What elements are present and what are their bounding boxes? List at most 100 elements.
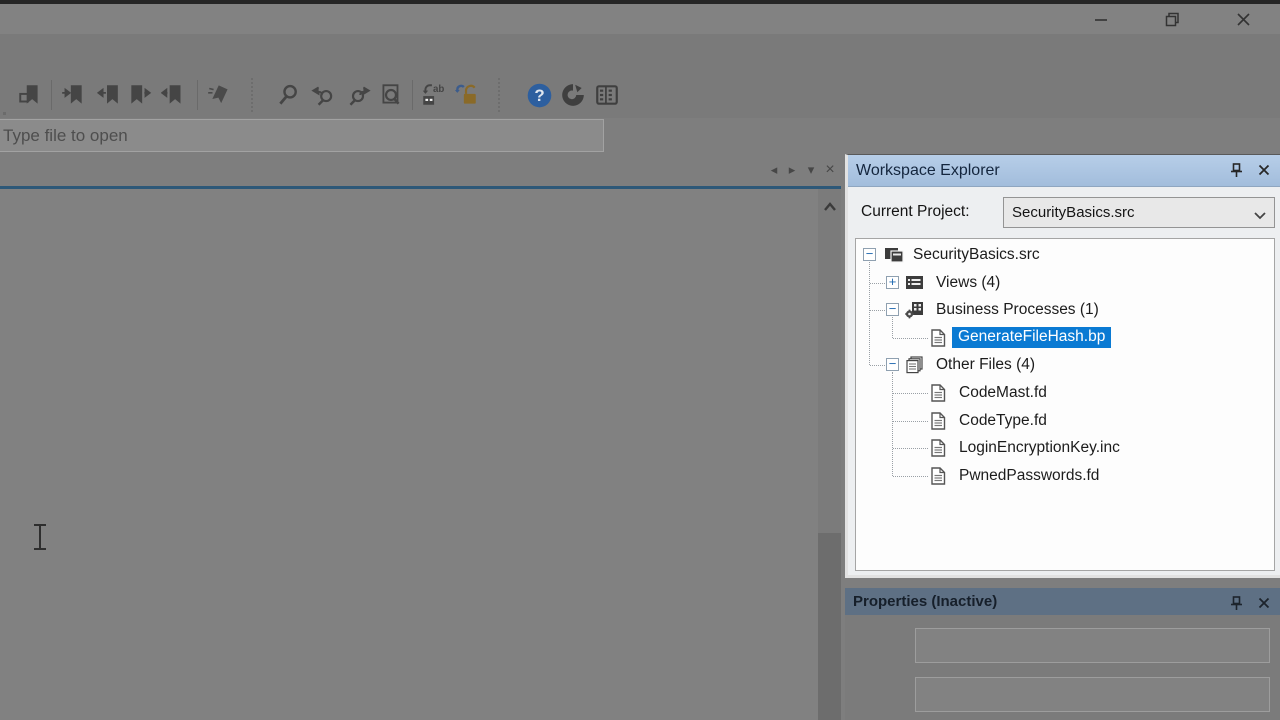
pin-button[interactable] <box>1226 160 1246 180</box>
find-button[interactable] <box>275 81 303 109</box>
project-icon <box>884 246 904 263</box>
tab-list-button[interactable]: ▾ <box>803 162 819 178</box>
toolbar-separator <box>197 80 198 110</box>
file-open-input[interactable]: Type file to open <box>0 119 604 152</box>
svg-text:ab: ab <box>433 84 444 95</box>
panel-close-button[interactable] <box>1254 593 1274 613</box>
properties-titlebar[interactable]: Properties (Inactive) <box>845 588 1280 615</box>
find-next-icon <box>345 82 371 108</box>
titlebar <box>0 4 1280 34</box>
tree-item-loginencryptionkey[interactable]: LoginEncryptionKey.inc <box>856 435 1274 461</box>
tree-item-label: CodeMast.fd <box>959 384 1047 402</box>
find-in-files-button[interactable] <box>377 81 405 109</box>
code-editor[interactable]: AVAILABLE) Begin available." <box>0 189 841 720</box>
tree-item-label: LoginEncryptionKey.inc <box>959 439 1120 457</box>
close-icon <box>1258 597 1270 609</box>
app-window: ab ? <box>0 0 1280 720</box>
tree-item-codetype[interactable]: CodeType.fd <box>856 408 1274 434</box>
previous-bookmark-button[interactable] <box>93 81 121 109</box>
restore-icon <box>1165 12 1180 27</box>
tree-item-label: SecurityBasics.src <box>913 246 1040 264</box>
property-field[interactable] <box>915 628 1270 663</box>
unlock-button[interactable] <box>452 81 480 109</box>
grid-button[interactable] <box>593 81 621 109</box>
tab-close-button[interactable]: × <box>822 162 838 178</box>
expander-minus-icon[interactable]: − <box>863 248 876 261</box>
scrollbar-thumb[interactable] <box>818 533 841 720</box>
text-cursor-ibeam <box>32 524 48 550</box>
restore-button[interactable] <box>1154 6 1190 32</box>
triangle-down-icon: ▾ <box>808 162 815 178</box>
expander-plus-icon[interactable]: + <box>886 276 899 289</box>
scroll-up-button[interactable] <box>820 198 839 214</box>
close-button[interactable] <box>1225 6 1261 32</box>
views-icon <box>905 274 925 291</box>
statistics-button[interactable] <box>559 81 587 109</box>
find-previous-button[interactable] <box>310 81 338 109</box>
next-bookmark-in-file-button[interactable] <box>126 81 154 109</box>
toolbar-group-separator <box>251 78 253 112</box>
help-icon: ? <box>526 82 553 109</box>
pin-icon <box>1230 163 1243 178</box>
previous-bookmark-icon <box>94 82 120 108</box>
svg-text:?: ? <box>534 86 544 105</box>
current-project-dropdown[interactable]: SecurityBasics.src <box>1003 197 1275 228</box>
expander-minus-icon[interactable]: − <box>886 358 899 371</box>
replace-button[interactable]: ab <box>419 81 447 109</box>
panel-title: Workspace Explorer <box>856 162 1000 180</box>
tree-item-label: Business Processes (1) <box>936 301 1099 319</box>
current-project-label: Current Project: <box>861 203 970 221</box>
project-tree: − SecurityBasics.src + Views (4) <box>855 238 1275 571</box>
minimize-button[interactable] <box>1083 6 1119 32</box>
toolbar-separator <box>51 80 52 110</box>
document-icon <box>931 412 946 430</box>
clear-bookmarks-button[interactable] <box>205 81 233 109</box>
help-button[interactable]: ? <box>525 81 553 109</box>
tab-scroll-left-button[interactable]: ◂ <box>766 162 782 178</box>
tree-item-generatefilehash[interactable]: GenerateFileHash.bp <box>856 325 1274 351</box>
chevron-up-icon <box>823 202 837 211</box>
find-icon <box>276 82 302 108</box>
business-process-icon <box>905 301 925 319</box>
properties-panel: Properties (Inactive) <box>845 588 1280 720</box>
tab-scroll-right-button[interactable]: ▸ <box>784 162 800 178</box>
tree-item-label: Views (4) <box>936 274 1000 292</box>
files-icon <box>905 356 925 374</box>
pin-button[interactable] <box>1226 593 1246 613</box>
document-icon <box>931 467 946 485</box>
property-field[interactable] <box>915 677 1270 712</box>
toggle-bookmark-button[interactable] <box>16 81 44 109</box>
close-icon <box>1236 12 1251 27</box>
tree-item-label: PwnedPasswords.fd <box>959 467 1099 485</box>
triangle-right-icon: ▸ <box>789 162 796 178</box>
grid-icon <box>594 82 620 108</box>
clear-bookmarks-icon <box>206 82 232 108</box>
tree-item-codemast[interactable]: CodeMast.fd <box>856 380 1274 406</box>
find-in-files-icon <box>378 82 404 108</box>
next-bookmark-in-file-icon <box>127 82 153 108</box>
file-open-placeholder: Type file to open <box>3 126 128 146</box>
workspace-explorer-panel: Workspace Explorer Current Project: Secu… <box>845 154 1280 578</box>
current-project-value: SecurityBasics.src <box>1012 204 1135 221</box>
toolbar-separator <box>412 80 413 110</box>
toolbar <box>0 34 1280 118</box>
toggle-bookmark-icon <box>17 82 43 108</box>
next-bookmark-button[interactable] <box>59 81 87 109</box>
previous-bookmark-in-file-button[interactable] <box>160 81 188 109</box>
chevron-down-icon <box>1253 207 1267 224</box>
tree-item-views[interactable]: + Views (4) <box>856 270 1274 296</box>
close-icon <box>1258 164 1270 176</box>
close-icon: × <box>825 161 834 179</box>
expander-minus-icon[interactable]: − <box>886 303 899 316</box>
workspace-explorer-titlebar[interactable]: Workspace Explorer <box>848 155 1280 187</box>
next-bookmark-icon <box>60 82 86 108</box>
toolbar-group-separator <box>498 78 500 112</box>
tree-item-project-root[interactable]: − SecurityBasics.src <box>856 242 1274 268</box>
document-icon <box>931 384 946 402</box>
tree-item-other-files[interactable]: − Other Files (4) <box>856 352 1274 378</box>
replace-icon: ab <box>420 82 446 108</box>
tree-item-business-processes[interactable]: − Business Processes (1) <box>856 297 1274 323</box>
panel-close-button[interactable] <box>1254 160 1274 180</box>
tree-item-pwnedpasswords[interactable]: PwnedPasswords.fd <box>856 463 1274 489</box>
find-next-button[interactable] <box>344 81 372 109</box>
